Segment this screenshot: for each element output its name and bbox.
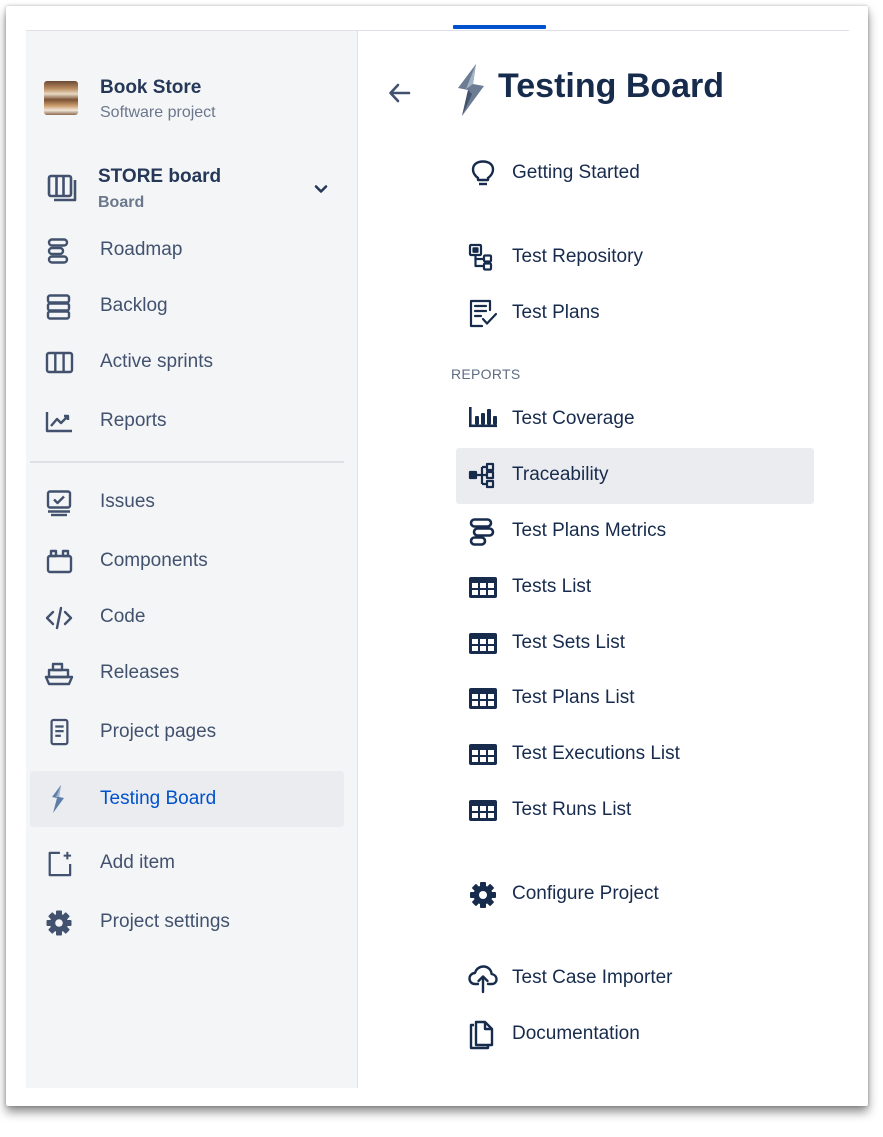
table-icon	[468, 574, 498, 602]
sidebar-item-label: Releases	[100, 662, 180, 683]
arrow-left-icon[interactable]	[387, 80, 413, 106]
sidebar-item-reports[interactable]: Reports	[30, 396, 344, 448]
menu-item-getting-started[interactable]: Getting Started	[456, 146, 814, 202]
sidebar-item-label: Project pages	[100, 721, 217, 742]
table-icon	[468, 797, 498, 825]
releases-icon	[44, 661, 74, 687]
board-icon	[46, 172, 78, 204]
project-avatar[interactable]	[44, 81, 78, 115]
gear-icon	[468, 881, 498, 909]
backlog-icon	[44, 294, 74, 320]
sidebar-item-label: Components	[100, 550, 208, 571]
test-repository-icon	[468, 243, 498, 272]
traceability-icon	[468, 462, 498, 490]
reports-section-heading: REPORTS	[451, 366, 521, 382]
sidebar-item-project-settings[interactable]: Project settings	[30, 897, 344, 949]
menu-item-label: Getting Started	[512, 162, 640, 183]
top-accent-bar	[453, 25, 546, 29]
menu-item-label: Test Case Importer	[512, 967, 673, 988]
table-icon	[468, 741, 498, 769]
menu-item-test-executions-list[interactable]: Test Executions List	[456, 727, 814, 783]
sidebar-item-code[interactable]: Code	[30, 592, 344, 644]
menu-item-test-plans[interactable]: Test Plans	[456, 286, 814, 342]
sidebar-item-label: Active sprints	[100, 351, 213, 372]
sidebar-item-project-pages[interactable]: Project pages	[30, 707, 344, 759]
sidebar-item-label: Roadmap	[100, 239, 183, 260]
menu-item-documentation[interactable]: Documentation	[456, 1007, 814, 1063]
lightbulb-icon	[468, 160, 498, 188]
documentation-icon	[468, 1020, 498, 1050]
menu-item-test-case-importer[interactable]: Test Case Importer	[456, 951, 814, 1007]
testing-board-logo-icon	[454, 64, 488, 116]
issues-icon	[44, 490, 74, 517]
sidebar-item-components[interactable]: Components	[30, 536, 344, 588]
sidebar-item-label: Reports	[100, 410, 167, 431]
menu-item-label: Documentation	[512, 1023, 640, 1044]
sidebar-divider	[30, 461, 344, 463]
code-icon	[44, 605, 74, 631]
board-name[interactable]: STORE board	[98, 166, 221, 188]
testing-board-icon	[44, 785, 74, 813]
sidebar-item-active-sprints[interactable]: Active sprints	[30, 337, 344, 389]
board-subtitle: Board	[98, 194, 145, 211]
menu-item-traceability[interactable]: Traceability	[456, 448, 814, 504]
menu-item-label: Test Plans Metrics	[512, 520, 667, 541]
menu-item-label: Test Repository	[512, 246, 643, 267]
sidebar-item-issues[interactable]: Issues	[30, 477, 344, 529]
reports-icon	[44, 409, 74, 435]
sidebar-item-releases[interactable]: Releases	[30, 648, 344, 700]
menu-item-tests-list[interactable]: Tests List	[456, 560, 814, 616]
cloud-upload-icon	[468, 965, 498, 994]
table-icon	[468, 685, 498, 713]
test-plans-icon	[468, 299, 498, 328]
metrics-icon	[468, 518, 498, 546]
menu-item-label: Test Executions List	[512, 743, 680, 764]
menu-item-label: Tests List	[512, 576, 592, 597]
sidebar-item-label: Project settings	[100, 911, 230, 932]
project-type: Software project	[100, 104, 216, 121]
menu-item-test-coverage[interactable]: Test Coverage	[456, 392, 814, 448]
project-pages-icon	[44, 718, 74, 746]
sidebar-item-label: Add item	[100, 852, 175, 873]
add-item-icon	[44, 851, 74, 877]
menu-item-label: Configure Project	[512, 883, 659, 904]
sidebar-item-testing-board[interactable]: Testing Board	[30, 771, 344, 827]
menu-item-label: Test Coverage	[512, 408, 635, 429]
components-icon	[44, 549, 74, 575]
sidebar-item-add-item[interactable]: Add item	[30, 838, 344, 890]
gear-icon	[44, 910, 74, 936]
menu-item-test-runs-list[interactable]: Test Runs List	[456, 783, 814, 839]
menu-item-configure-project[interactable]: Configure Project	[456, 867, 814, 923]
menu-item-label: Traceability	[512, 464, 609, 485]
sidebar-item-label: Backlog	[100, 295, 168, 316]
menu-item-test-plans-metrics[interactable]: Test Plans Metrics	[456, 504, 814, 560]
page-title: Testing Board	[498, 67, 725, 105]
sidebar-item-roadmap[interactable]: Roadmap	[30, 225, 344, 277]
menu-item-label: Test Plans List	[512, 687, 635, 708]
table-icon	[468, 630, 498, 658]
sidebar-item-backlog[interactable]: Backlog	[30, 281, 344, 333]
menu-item-label: Test Sets List	[512, 632, 625, 653]
sidebar-item-label: Testing Board	[100, 788, 217, 809]
sidebar-item-label: Code	[100, 606, 146, 627]
menu-item-label: Test Plans	[512, 302, 600, 323]
menu-item-label: Test Runs List	[512, 799, 632, 820]
project-name[interactable]: Book Store	[100, 77, 201, 99]
roadmap-icon	[44, 238, 74, 264]
sidebar-item-label: Issues	[100, 491, 155, 512]
menu-item-test-repository[interactable]: Test Repository	[456, 230, 814, 286]
menu-item-test-sets-list[interactable]: Test Sets List	[456, 616, 814, 672]
bar-chart-icon	[468, 406, 498, 434]
menu-item-test-plans-list[interactable]: Test Plans List	[456, 671, 814, 727]
active-sprints-icon	[44, 350, 74, 376]
chevron-down-icon[interactable]	[312, 180, 330, 198]
